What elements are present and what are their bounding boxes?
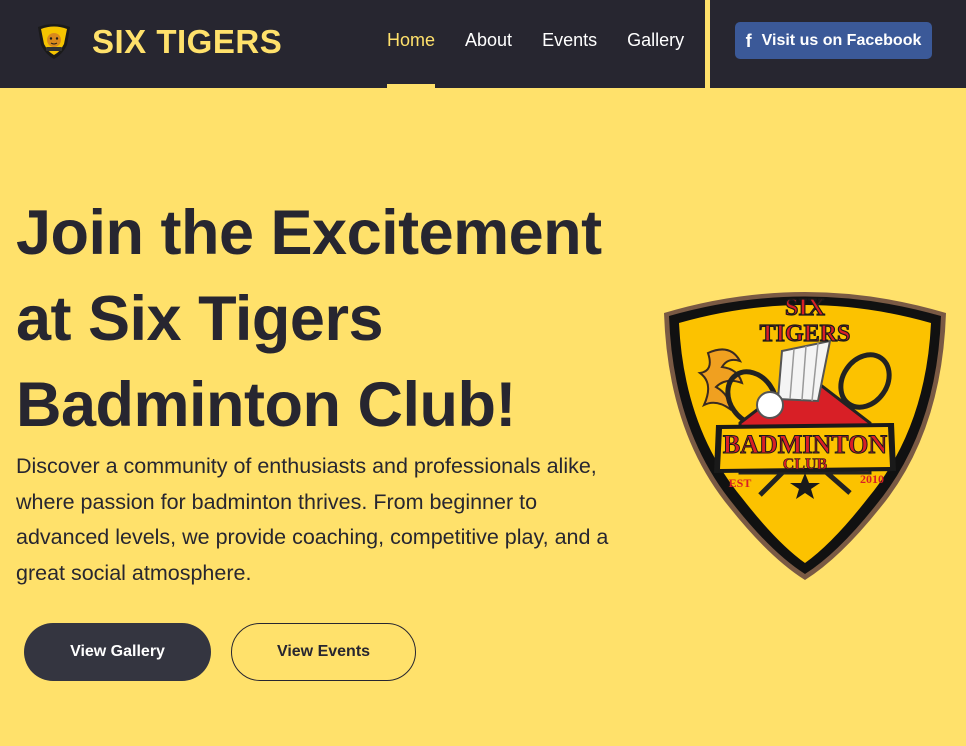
nav-about[interactable]: About — [450, 0, 527, 88]
hero-heading-line: Join the Excitement — [16, 198, 602, 268]
brand-name: SIX TIGERS — [92, 22, 283, 60]
nav-divider — [705, 0, 710, 88]
hero-heading-line: at Six Tigers — [16, 284, 384, 354]
facebook-button[interactable]: f Visit us on Facebook — [735, 22, 932, 59]
logo-est-label: EST — [729, 476, 752, 490]
view-gallery-button[interactable]: View Gallery — [24, 623, 211, 681]
logo-title-line2: TIGERS — [760, 321, 851, 347]
hero-description: Discover a community of enthusiasts and … — [16, 454, 609, 585]
logo-est-year: 2010 — [860, 472, 884, 486]
badminton-club-shield-icon: SIX TIGERS BADMINTON CLUB EST 2010 — [664, 292, 946, 580]
view-events-button[interactable]: View Events — [231, 623, 416, 681]
nav-gallery[interactable]: Gallery — [612, 0, 699, 88]
hero-heading: Join the Excitement at Six Tigers Badmin… — [16, 190, 656, 448]
nav-events[interactable]: Events — [527, 0, 612, 88]
hero-heading-line: Badminton Club! — [16, 370, 516, 440]
main-nav: Home About Events Gallery — [372, 0, 699, 88]
tiger-shield-icon — [38, 24, 70, 59]
nav-home[interactable]: Home — [372, 0, 450, 88]
facebook-icon: f — [745, 30, 752, 51]
logo-banner-line1: BADMINTON — [723, 430, 887, 459]
facebook-button-label: Visit us on Facebook — [761, 31, 922, 49]
logo-banner-line2: CLUB — [783, 456, 828, 473]
site-header: SIX TIGERS Home About Events Gallery f V… — [0, 0, 966, 88]
brand-link[interactable]: SIX TIGERS — [34, 18, 282, 64]
logo-title-line1: SIX — [785, 295, 826, 321]
